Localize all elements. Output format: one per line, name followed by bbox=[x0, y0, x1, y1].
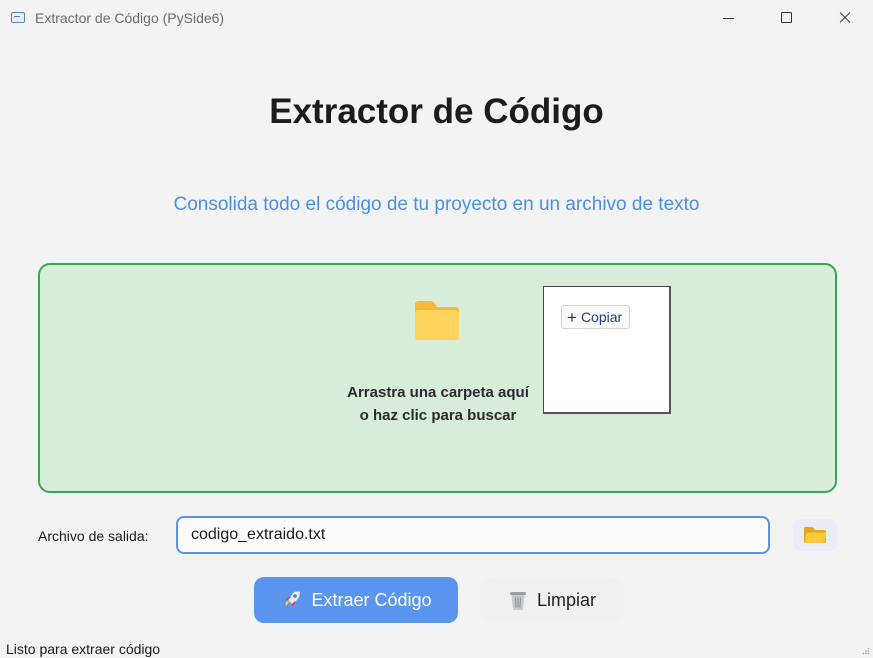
output-file-label: Archivo de salida: bbox=[38, 528, 149, 544]
drop-instruction-line-1: Arrastra una carpeta aquí bbox=[347, 384, 529, 401]
minimize-button[interactable] bbox=[699, 0, 757, 36]
app-window-icon bbox=[11, 12, 25, 23]
browse-output-button[interactable] bbox=[793, 519, 837, 551]
resize-grip-icon[interactable] bbox=[862, 647, 870, 655]
window-title: Extractor de Código (PySide6) bbox=[35, 10, 225, 26]
rocket-icon bbox=[280, 589, 302, 611]
folder-icon bbox=[415, 301, 459, 340]
extract-code-button[interactable]: Extraer Código bbox=[254, 577, 458, 623]
extract-code-label: Extraer Código bbox=[311, 589, 432, 610]
copy-button[interactable]: + Copiar bbox=[561, 305, 631, 329]
drop-instruction-line-2: o haz clic para buscar bbox=[359, 407, 517, 424]
clear-button[interactable]: Limpiar bbox=[480, 577, 624, 623]
plus-icon: + bbox=[567, 307, 577, 327]
status-bar-text: Listo para extraer código bbox=[6, 641, 161, 657]
output-file-input[interactable] bbox=[176, 516, 770, 554]
page-title: Extractor de Código bbox=[269, 92, 604, 131]
title-bar: Extractor de Código (PySide6) bbox=[0, 0, 873, 36]
drop-instructions: Arrastra una carpeta aquí o haz clic par… bbox=[330, 381, 546, 427]
folder-icon bbox=[804, 527, 826, 543]
clear-label: Limpiar bbox=[536, 589, 597, 610]
context-popup: + Copiar bbox=[543, 286, 671, 414]
close-button[interactable] bbox=[815, 0, 873, 36]
folder-drop-zone[interactable]: Arrastra una carpeta aquí o haz clic par… bbox=[38, 263, 837, 493]
maximize-button[interactable] bbox=[757, 0, 815, 36]
copy-button-label: Copiar bbox=[580, 309, 623, 325]
page-subtitle: Consolida todo el código de tu proyecto … bbox=[173, 194, 700, 215]
trash-icon bbox=[508, 589, 528, 611]
